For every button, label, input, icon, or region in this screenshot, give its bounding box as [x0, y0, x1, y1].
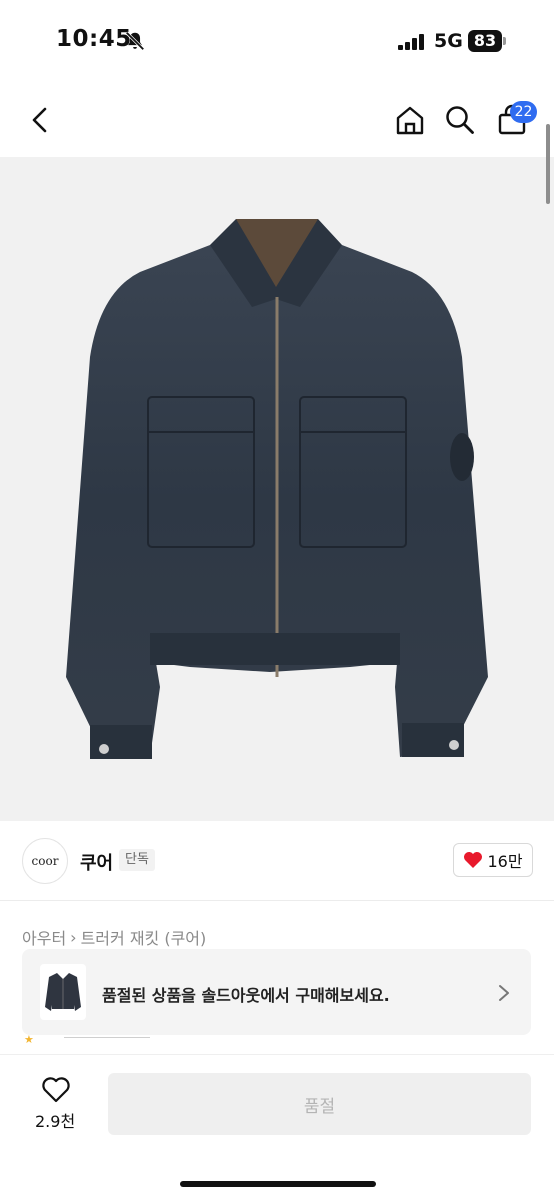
scroll-indicator[interactable]	[546, 124, 550, 204]
search-icon	[446, 106, 474, 134]
home-indicator[interactable]	[180, 1181, 376, 1187]
battery-tip	[503, 37, 506, 45]
breadcrumb-product[interactable]: 트러커 재킷 (쿠어)	[81, 925, 207, 949]
battery-icon: 83	[468, 30, 502, 52]
wishlist-heart-icon[interactable]	[41, 1076, 71, 1104]
signal-icon	[398, 34, 424, 50]
jacket-thumbnail-icon	[45, 973, 81, 1011]
chevron-left-icon	[32, 107, 47, 133]
status-time: 10:45	[56, 26, 132, 52]
exclusive-badge: 단독	[119, 849, 155, 871]
heart-icon	[464, 852, 483, 868]
cart-count-badge: 22	[510, 101, 537, 123]
breadcrumb-separator: ›	[70, 927, 77, 947]
star-icon: ★	[24, 1033, 34, 1046]
like-count: 16만	[487, 852, 523, 871]
divider-short	[64, 1037, 150, 1038]
banner-thumbnail	[40, 964, 86, 1020]
product-image[interactable]	[0, 157, 554, 821]
like-button[interactable]: 16만	[453, 843, 533, 877]
denim-jacket-image	[66, 219, 488, 759]
brand-logo[interactable]: coor	[22, 838, 68, 884]
brand-name[interactable]: 쿠어	[80, 849, 113, 875]
soldout-banner-text: 품절된 상품을 솔드아웃에서 구매해보세요.	[102, 986, 390, 1005]
soldout-button[interactable]: 품절	[108, 1073, 531, 1135]
back-button[interactable]	[22, 102, 58, 138]
wishlist-count: 2.9천	[35, 1112, 76, 1131]
search-button[interactable]	[442, 102, 478, 138]
chevron-right-icon	[499, 985, 509, 1001]
home-icon	[396, 106, 424, 135]
bell-muted-icon	[125, 31, 145, 51]
network-type: 5G	[434, 30, 463, 52]
breadcrumb: 아우터 › 트러커 재킷 (쿠어)	[22, 925, 206, 949]
breadcrumb-category[interactable]: 아우터	[22, 925, 66, 949]
home-button[interactable]	[392, 102, 428, 138]
divider	[0, 900, 554, 901]
